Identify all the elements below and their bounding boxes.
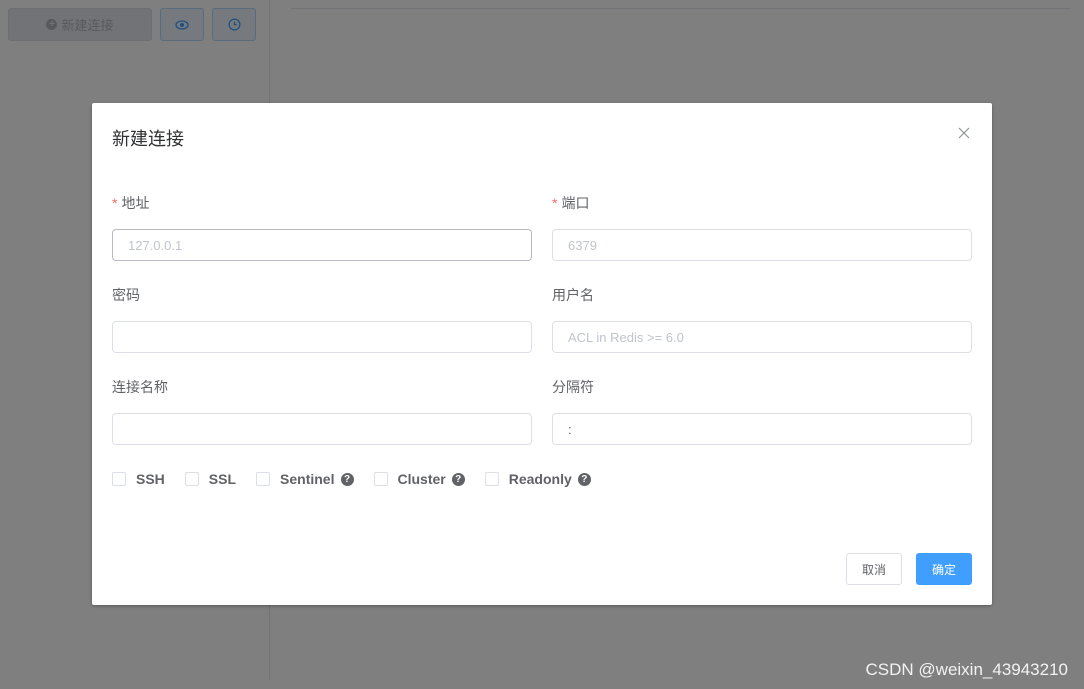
separator-form-item: 分隔符 <box>552 377 972 445</box>
port-form-item: * 端口 <box>552 193 972 261</box>
host-form-item: * 地址 <box>112 193 532 261</box>
cluster-checkbox[interactable]: Cluster ? <box>373 471 465 487</box>
password-label: 密码 <box>112 287 140 303</box>
username-label: 用户名 <box>552 287 594 303</box>
dialog-title: 新建连接 <box>112 129 184 149</box>
connection-name-input[interactable] <box>112 413 532 445</box>
host-label: * 地址 <box>112 195 150 211</box>
watermark: CSDN @weixin_43943210 <box>865 660 1068 679</box>
port-input[interactable] <box>552 229 972 261</box>
separator-label: 分隔符 <box>552 379 594 395</box>
new-connection-dialog: 新建连接 *地址 *端口 密码 用户名 连接名称 分隔符 <box>92 103 992 605</box>
sentinel-checkbox[interactable]: Sentinel ? <box>256 471 354 487</box>
question-icon[interactable]: ? <box>340 472 354 486</box>
connection-name-label: 连接名称 <box>112 379 168 395</box>
checkbox-label: Sentinel <box>280 471 335 487</box>
connection-name-form-item: 连接名称 <box>112 377 532 445</box>
checkbox-box[interactable] <box>112 472 126 486</box>
checkbox-label: SSH <box>136 471 165 487</box>
option-checkboxes: SSH SSL Sentinel ? Cluster ? Readonly ? <box>112 471 611 487</box>
cancel-button[interactable]: 取消 <box>846 553 902 585</box>
host-input[interactable] <box>112 229 532 261</box>
confirm-button[interactable]: 确定 <box>916 553 972 585</box>
checkbox-label: Cluster <box>397 471 446 487</box>
port-label: * 端口 <box>552 195 590 211</box>
readonly-checkbox[interactable]: Readonly ? <box>484 471 591 487</box>
question-icon[interactable]: ? <box>451 472 465 486</box>
username-input[interactable] <box>552 321 972 353</box>
checkbox-box[interactable] <box>373 472 388 486</box>
password-input[interactable] <box>112 321 532 353</box>
checkbox-label: SSL <box>208 471 237 487</box>
required-mark: * <box>112 195 118 211</box>
checkbox-box[interactable] <box>184 472 199 486</box>
checkbox-box[interactable] <box>484 472 499 486</box>
ssl-checkbox[interactable]: SSL <box>184 471 237 487</box>
password-form-item: 密码 <box>112 285 532 353</box>
username-form-item: 用户名 <box>552 285 972 353</box>
checkbox-label: Readonly <box>508 471 572 487</box>
checkbox-box[interactable] <box>256 472 271 486</box>
required-mark: * <box>552 195 558 211</box>
separator-input[interactable] <box>552 413 972 445</box>
ssh-checkbox[interactable]: SSH <box>112 471 165 487</box>
close-button[interactable] <box>956 125 972 141</box>
close-icon <box>958 127 970 139</box>
question-icon[interactable]: ? <box>577 472 591 486</box>
